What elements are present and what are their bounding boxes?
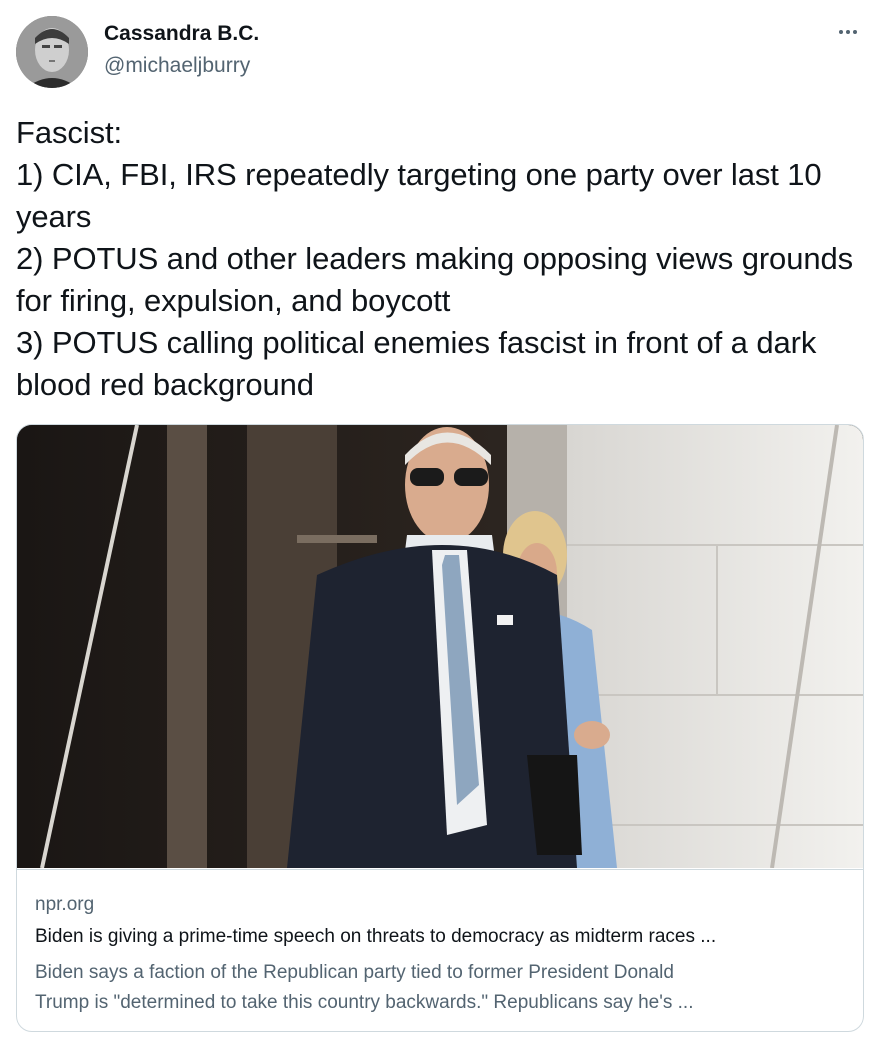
author-handle[interactable]: @michaeljburry (104, 54, 250, 78)
author-avatar[interactable] (16, 16, 88, 88)
card-meta: npr.org Biden is giving a prime-time spe… (17, 869, 863, 1031)
dot (846, 30, 850, 34)
news-photo (17, 425, 863, 868)
card-domain: npr.org (35, 894, 95, 915)
author-name[interactable]: Cassandra B.C. (104, 22, 259, 46)
card-image[interactable] (17, 425, 863, 868)
link-preview-card[interactable]: npr.org Biden is giving a prime-time spe… (16, 424, 864, 1032)
avatar-photo (16, 16, 88, 88)
dot (853, 30, 857, 34)
dot (839, 30, 843, 34)
more-options-icon[interactable] (834, 20, 862, 44)
tweet: Cassandra B.C. @michaeljburry Fascist: 1… (0, 0, 880, 1048)
tweet-text: Fascist: 1) CIA, FBI, IRS repeatedly tar… (16, 115, 854, 402)
card-title[interactable]: Biden is giving a prime-time speech on t… (35, 926, 845, 948)
card-description: Biden says a faction of the Republican p… (35, 962, 694, 1013)
